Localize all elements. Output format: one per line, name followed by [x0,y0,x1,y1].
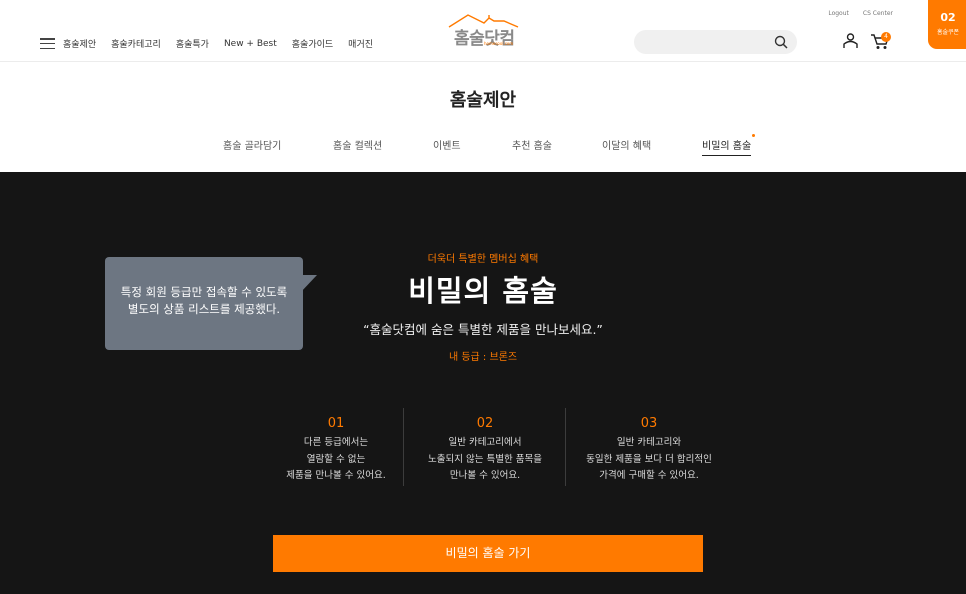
site-logo[interactable]: 홈술닷컴 homesool.com [446,12,522,49]
nav-item-magazine[interactable]: 매거진 [348,37,373,50]
search-input[interactable] [634,31,764,55]
main-nav: 홈술제안 홈술카테고리 홈술특가 New + Best 홈술가이드 매거진 [40,37,388,50]
logout-link[interactable]: Logout [828,10,849,17]
site-header: 홈술제안 홈술카테고리 홈술특가 New + Best 홈술가이드 매거진 홈술… [0,0,966,62]
tab-secret-homesool[interactable]: 비밀의 홈술 [702,137,752,156]
coupon-button[interactable]: 02 홈술쿠폰 [928,0,966,49]
secret-hero-section: 더욱더 특별한 멤버십 혜택 비밀의 홈술 “홈술닷컴에 숨은 특별한 제품을 … [0,172,966,594]
cart-count-badge: 4 [881,32,891,42]
tooltip-line-2: 별도의 상품 리스트를 제공했다. [127,302,281,316]
feature-item: 01 다른 등급에서는 열람할 수 없는 제품을 만나볼 수 있어요. [258,408,414,485]
feature-divider [403,408,404,486]
tab-monthly-benefit[interactable]: 이달의 혜택 [602,137,651,152]
feature-text: 다른 등급에서는 열람할 수 없는 제품을 만나볼 수 있어요. [286,437,386,481]
search-box [634,30,797,55]
feature-text: 일반 카테고리에서 노출되지 않는 특별한 품목을 만나볼 수 있어요. [428,437,542,481]
tab-pick[interactable]: 홈술 골라담기 [223,137,281,152]
logo-subtext: homesool.com [484,41,514,46]
member-grade: 내 등급 : 브론즈 [448,352,518,363]
tooltip-tail [300,275,317,293]
page-title: 홈술제안 [449,90,517,111]
user-icon[interactable] [842,33,859,49]
feature-number: 03 [640,416,658,431]
menu-icon[interactable] [40,38,55,49]
tab-event[interactable]: 이벤트 [433,137,461,152]
tab-active-dot [752,134,755,137]
coupon-label: 홈술쿠폰 [936,29,960,36]
tab-recommend[interactable]: 추천 홈술 [512,137,552,152]
feature-list: 01 다른 등급에서는 열람할 수 없는 제품을 만나볼 수 있어요. 02 일… [258,408,728,488]
feature-text: 일반 카테고리와 동일한 제품을 보다 더 합리적인 가격에 구매할 수 있어요… [586,437,712,481]
utility-links: Logout CS Center [828,10,893,17]
cs-center-link[interactable]: CS Center [863,10,893,17]
nav-item-special-price[interactable]: 홈술특가 [176,37,209,50]
tooltip-line-1: 특정 회원 등급만 접속할 수 있도록 [120,285,288,299]
feature-item: 03 일반 카테고리와 동일한 제품을 보다 더 합리적인 가격에 구매할 수 … [571,408,727,485]
feature-number: 02 [476,416,494,431]
feature-item: 02 일반 카테고리에서 노출되지 않는 특별한 품목을 만나볼 수 있어요. [407,408,563,485]
info-tooltip: 특정 회원 등급만 접속할 수 있도록 별도의 상품 리스트를 제공했다. [105,257,303,350]
feature-number: 01 [327,416,345,431]
coupon-count: 02 [940,11,956,24]
tab-collection[interactable]: 홈술 컬렉션 [333,137,382,152]
search-icon[interactable] [774,35,788,49]
feature-divider [565,408,566,486]
nav-item-suggestion[interactable]: 홈술제안 [63,37,96,50]
go-secret-homesool-button[interactable]: 비밀의 홈술 가기 [273,535,703,572]
nav-item-new-best[interactable]: New + Best [224,39,277,49]
nav-item-category[interactable]: 홈술카테고리 [111,37,161,50]
nav-item-guide[interactable]: 홈술가이드 [292,37,333,50]
